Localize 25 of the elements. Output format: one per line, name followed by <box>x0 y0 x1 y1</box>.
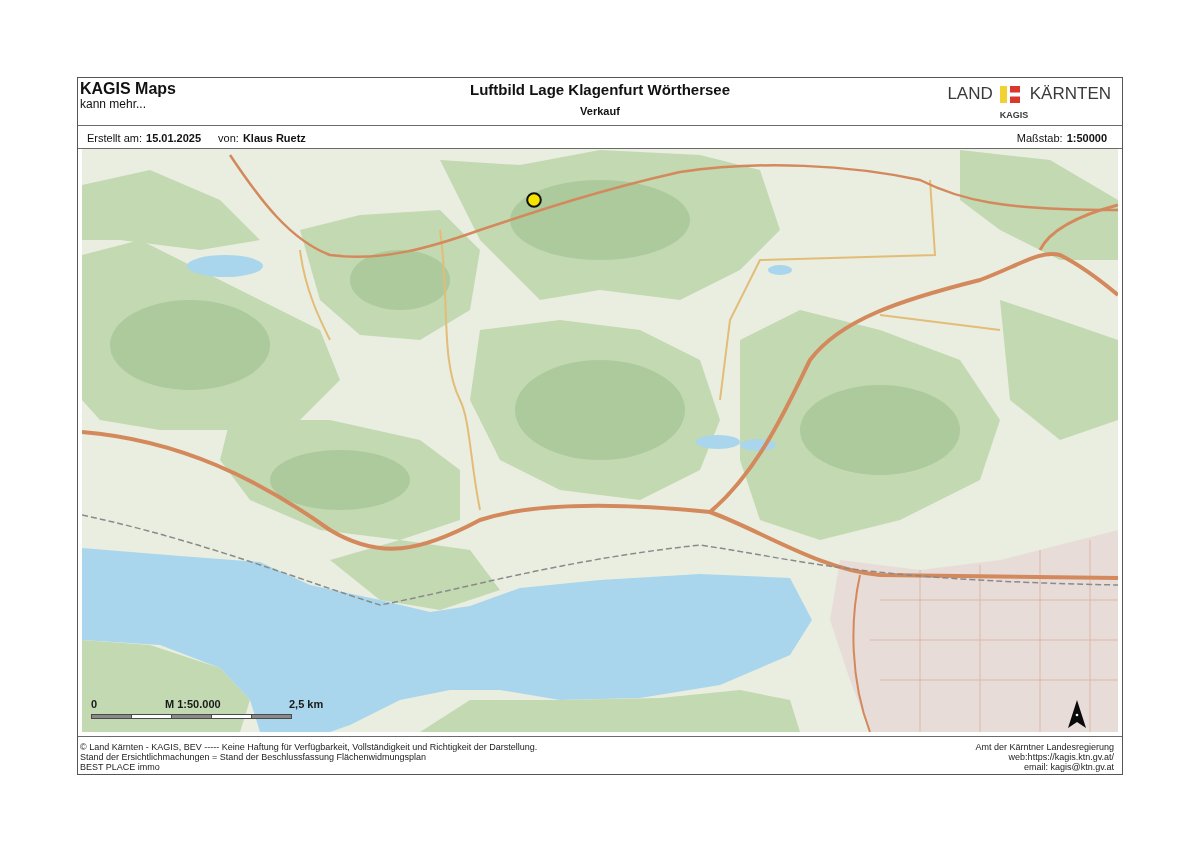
logo-text: KÄRNTEN <box>1029 84 1111 104</box>
logo-text: LAND <box>947 84 993 104</box>
footer-text: web:https://kagis.ktn.gv.at/ <box>1008 752 1114 762</box>
scale-label: 2,5 km <box>289 698 324 711</box>
field-value: 1:50000 <box>1066 131 1107 144</box>
field-value: Klaus Ruetz <box>242 131 306 144</box>
field-label: Maßstab: <box>1016 131 1063 144</box>
map-subtitle: Verkauf <box>580 105 620 118</box>
circle-marker-icon <box>526 192 542 208</box>
map-title: Luftbild Lage Klagenfurt Wörthersee <box>470 81 730 99</box>
field-label: von: <box>218 131 239 144</box>
footer-text: Stand der Ersichtlichmachungen = Stand der Beschlussfassung Flächenwidmungsplan <box>80 752 426 762</box>
footer-text: email: kagis@ktn.gv.at <box>1024 762 1114 772</box>
app-name: KAGIS Maps <box>80 80 176 98</box>
footer-text: © Land Kärnten - KAGIS, BEV ----- Keine Haftung für Verfügbarkeit, Vollständigkeit und Richtigkeit der Darstellung. <box>80 742 538 752</box>
field-value: 15.01.2025 <box>146 131 202 144</box>
scale-label: 0 <box>91 698 98 711</box>
logo-caption: KAGIS <box>999 110 1029 120</box>
field-label: Erstellt am: <box>87 131 142 144</box>
north-arrow-icon <box>1068 700 1086 728</box>
footer-text: Amt der Kärntner Landesregierung <box>975 742 1114 752</box>
scale-label: M 1:50.000 <box>165 698 221 711</box>
tagline: kann mehr... <box>80 98 147 110</box>
footer-text: BEST PLACE immo <box>80 762 160 772</box>
logo-icon <box>999 85 1020 103</box>
